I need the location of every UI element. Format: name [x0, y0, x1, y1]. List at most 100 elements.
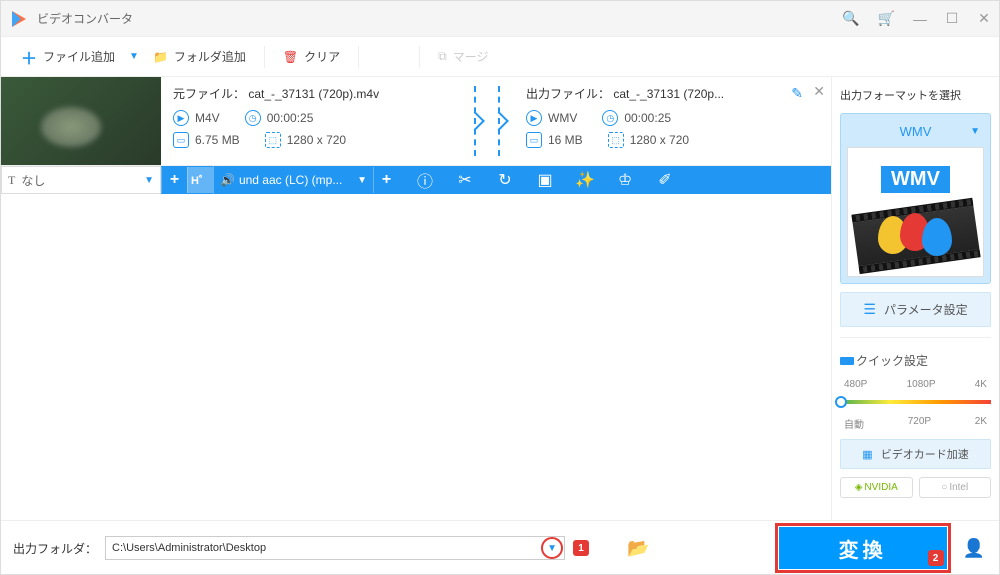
- cut-icon[interactable]: ✂: [445, 166, 485, 194]
- add-file-label: ファイル追加: [43, 48, 115, 65]
- crop-icon[interactable]: ▣: [525, 166, 565, 194]
- info-icon[interactable]: ⓘ: [405, 166, 445, 194]
- edit-name-icon[interactable]: ✎: [791, 85, 803, 102]
- gpu-label: ビデオカード加速: [881, 446, 969, 462]
- format-icon: ▶: [526, 110, 542, 126]
- nvidia-icon: ◈: [855, 482, 863, 493]
- format-icon: ▶: [173, 110, 189, 126]
- source-resolution: 1280 x 720: [287, 133, 346, 147]
- plus-icon: ＋: [21, 45, 37, 69]
- intel-icon: ○: [941, 482, 947, 493]
- chevron-down-icon: ▼: [970, 126, 980, 137]
- output-resolution: 1280 x 720: [630, 133, 689, 147]
- output-format-panel: 出力フォーマットを選択 WMV ▼ WMV ☰ パラメータ設定 クイック設定 4…: [831, 77, 999, 520]
- output-folder-input[interactable]: [105, 536, 565, 560]
- path-dropdown-button[interactable]: ▼: [541, 537, 563, 559]
- intel-option[interactable]: ○ Intel: [919, 477, 992, 498]
- speaker-icon: 🔊: [220, 173, 235, 187]
- convert-button-highlight: 変換 2: [775, 523, 951, 573]
- format-name: WMV: [900, 124, 932, 139]
- toolbar-divider: [358, 46, 359, 68]
- effects-icon[interactable]: ✨: [565, 166, 605, 194]
- clock-icon: ◷: [602, 110, 618, 126]
- open-folder-icon[interactable]: 📂: [627, 538, 649, 559]
- q-720p: 720P: [908, 416, 931, 431]
- video-thumbnail[interactable]: [1, 77, 161, 165]
- toolbar-divider: [419, 46, 420, 68]
- quick-label: クイック設定: [856, 352, 928, 369]
- source-label: 元ファイル：: [173, 87, 245, 101]
- q-2k: 2K: [975, 416, 987, 431]
- format-card[interactable]: WMV ▼ WMV: [840, 113, 991, 284]
- nvidia-label: NVIDIA: [864, 482, 897, 493]
- parameter-settings-button[interactable]: ☰ パラメータ設定: [840, 292, 991, 327]
- resolution-icon: ⬚: [265, 132, 281, 148]
- arrow-divider-icon: [474, 86, 500, 156]
- hd-button[interactable]: H゜: [187, 167, 213, 193]
- callout-marker-2: 2: [928, 550, 944, 566]
- merge-label: マージ: [453, 48, 489, 65]
- convert-button[interactable]: 変換: [779, 527, 947, 569]
- edit-icon[interactable]: ✐: [645, 166, 685, 194]
- folder-icon: 📁: [153, 50, 168, 64]
- output-file-info: 出力ファイル： cat_-_37131 (720p... ▶WMV ◷00:00…: [508, 85, 819, 157]
- source-size: 6.75 MB: [195, 133, 240, 147]
- subtitle-value: なし: [21, 172, 45, 189]
- maximize-button[interactable]: ☐: [945, 10, 959, 27]
- intel-label: Intel: [949, 482, 968, 493]
- quick-settings-title: クイック設定: [840, 348, 991, 371]
- add-file-dropdown[interactable]: ▼: [129, 51, 139, 62]
- merge-icon: ⧉: [438, 49, 447, 64]
- title-bar: ビデオコンバータ 🔍 🛒 — ☐ ✕: [1, 1, 999, 37]
- watermark-icon[interactable]: ♔: [605, 166, 645, 194]
- cart-icon[interactable]: 🛒: [878, 10, 895, 27]
- add-folder-label: フォルダ追加: [174, 48, 246, 65]
- q-1080p: 1080P: [907, 379, 936, 390]
- sliders-icon: ☰: [863, 301, 876, 318]
- chevron-down-icon: ▼: [547, 543, 557, 554]
- add-subtitle-button[interactable]: +: [161, 167, 187, 193]
- remove-file-icon[interactable]: ✕: [813, 83, 825, 100]
- source-filename: cat_-_37131 (720p).m4v: [248, 87, 379, 101]
- separator: [840, 337, 991, 338]
- rotate-icon[interactable]: ↻: [485, 166, 525, 194]
- q-4k: 4K: [975, 379, 987, 390]
- quality-slider[interactable]: [840, 400, 991, 404]
- nvidia-option[interactable]: ◈ NVIDIA: [840, 477, 913, 498]
- merge-button[interactable]: ⧉ マージ: [430, 44, 496, 69]
- trash-icon: 🗑: [283, 50, 298, 64]
- gpu-accel-button[interactable]: ▦ ビデオカード加速: [840, 439, 991, 469]
- source-format: M4V: [195, 111, 220, 125]
- audio-value: und aac (LC) (mp...: [239, 173, 342, 187]
- output-label: 出力ファイル：: [526, 87, 610, 101]
- file-icon: ▭: [526, 132, 542, 148]
- output-size: 16 MB: [548, 133, 583, 147]
- file-sub-toolbar: T なし ▼ + H゜ 🔊 und aac (LC) (mp... ▼ + ⓘ …: [1, 166, 831, 194]
- app-title: ビデオコンバータ: [37, 10, 842, 27]
- source-duration: 00:00:25: [267, 111, 314, 125]
- subtitle-select[interactable]: T なし ▼: [1, 166, 161, 194]
- source-file-info: 元ファイル： cat_-_37131 (720p).m4v ▶ M4V ◷ 00:0…: [173, 85, 466, 157]
- q-auto: 自動: [844, 416, 864, 431]
- audio-track-select[interactable]: 🔊 und aac (LC) (mp... ▼: [213, 166, 373, 194]
- format-thumbnail: WMV: [847, 147, 984, 277]
- add-audio-button[interactable]: +: [373, 167, 399, 193]
- main-toolbar: ＋ ファイル追加 ▼ 📁 フォルダ追加 🗑 クリア ⧉ マージ: [1, 37, 999, 77]
- add-folder-button[interactable]: 📁 フォルダ追加: [145, 44, 254, 69]
- callout-marker-1: 1: [573, 540, 589, 556]
- minimize-button[interactable]: —: [913, 11, 927, 27]
- add-file-button[interactable]: ＋ ファイル追加: [13, 41, 123, 73]
- settings-icon[interactable]: 👤: [963, 538, 985, 559]
- slider-knob[interactable]: [835, 396, 847, 408]
- bottom-bar: 出力フォルダ： ▼ 1 📂 変換 2 👤: [1, 520, 999, 575]
- file-item: 元ファイル： cat_-_37131 (720p).m4v ▶ M4V ◷ 00:0…: [1, 77, 831, 166]
- close-button[interactable]: ✕: [977, 10, 991, 27]
- quality-scale-bottom: 自動 720P 2K: [840, 416, 991, 431]
- search-icon[interactable]: 🔍: [842, 10, 859, 27]
- q-480p: 480P: [844, 379, 867, 390]
- clear-button[interactable]: 🗑 クリア: [275, 44, 348, 69]
- chevron-down-icon: ▼: [144, 175, 154, 186]
- resolution-icon: ⬚: [608, 132, 624, 148]
- clock-icon: ◷: [245, 110, 261, 126]
- panel-title: 出力フォーマットを選択: [840, 85, 991, 105]
